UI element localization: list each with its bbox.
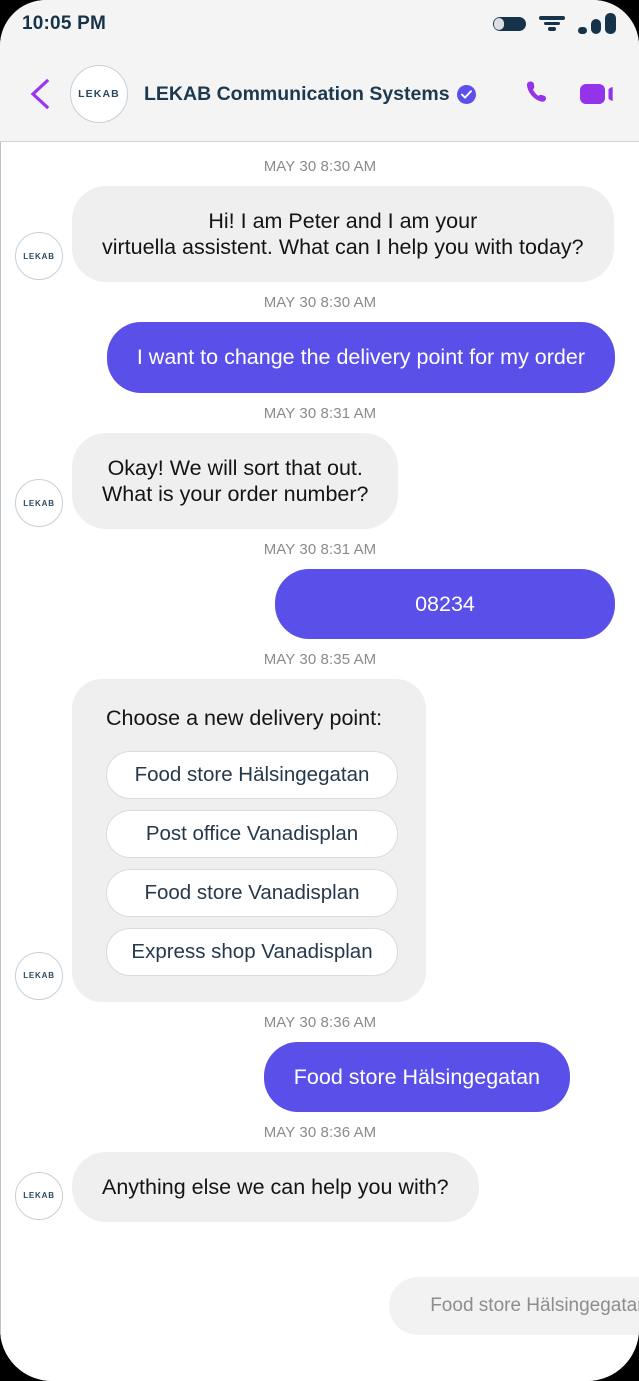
wifi-icon xyxy=(539,15,565,32)
back-chevron-icon xyxy=(30,78,50,110)
bot-avatar-logo-text: LEKAB xyxy=(23,1191,55,1201)
header-actions xyxy=(525,79,615,109)
ghost-message-bubble: Food store Hälsingegatan xyxy=(389,1277,639,1335)
message-list[interactable]: MAY 30 8:30 AM LEKAB Hi! I am Peter and … xyxy=(0,142,639,1381)
bot-avatar-logo-text: LEKAB xyxy=(23,251,55,261)
phone-call-icon xyxy=(526,81,547,102)
check-glyph xyxy=(460,89,472,99)
delivery-point-prompt: Choose a new delivery point: xyxy=(106,706,383,731)
bot-avatar: LEKAB xyxy=(15,1171,63,1220)
delivery-option-food-store-vanadisplan[interactable]: Food store Vanadisplan xyxy=(106,868,398,917)
bot-avatar-logo-text: LEKAB xyxy=(23,498,55,508)
message-bubble-bot: Okay! We will sort that out. What is you… xyxy=(72,432,399,530)
message-line: I want to change the delivery point for … xyxy=(136,345,585,370)
message-bubble-bot: Hi! I am Peter and I am your virtuella a… xyxy=(72,186,614,283)
message-line: 08234 xyxy=(415,592,475,617)
message-row-bot-choices: LEKAB Choose a new delivery point: Food … xyxy=(1,679,639,1002)
avatar[interactable]: LEKAB xyxy=(70,65,128,123)
chat-header: LEKAB LEKAB Communication Systems xyxy=(0,47,639,142)
message-bubble-user: I want to change the delivery point for … xyxy=(106,322,615,393)
message-line: virtuella assistent. What can I help you… xyxy=(102,235,584,260)
message-row-bot: LEKAB Hi! I am Peter and I am your virtu… xyxy=(1,186,639,283)
delivery-option-express-shop-vanadisplan[interactable]: Express shop Vanadisplan xyxy=(106,927,398,976)
delivery-point-picker: Choose a new delivery point: Food store … xyxy=(72,679,426,1002)
message-line: Anything else we can help you with? xyxy=(102,1174,449,1199)
phone-call-button[interactable] xyxy=(525,79,553,109)
message-row-user: I want to change the delivery point for … xyxy=(1,322,639,393)
message-timestamp: MAY 30 8:30 AM xyxy=(263,158,377,175)
status-icon-group xyxy=(493,12,616,34)
message-row-user: 08234 xyxy=(1,569,639,640)
verified-check-icon xyxy=(456,84,476,104)
message-line: Food store Hälsingegatan xyxy=(293,1064,540,1089)
delivery-option-food-store-halsingegatan[interactable]: Food store Hälsingegatan xyxy=(106,750,398,799)
bot-avatar: LEKAB xyxy=(15,479,63,528)
message-line: Hi! I am Peter and I am your xyxy=(208,209,478,233)
message-bubble-user: 08234 xyxy=(275,569,615,640)
message-timestamp: MAY 30 8:30 AM xyxy=(263,294,377,312)
video-call-button[interactable] xyxy=(579,81,615,107)
signal-icon xyxy=(578,12,616,34)
message-bubble-bot: Anything else we can help you with? xyxy=(72,1151,479,1222)
message-timestamp: MAY 30 8:35 AM xyxy=(263,651,377,669)
message-row-bot: LEKAB Anything else we can help you with… xyxy=(1,1151,639,1222)
message-timestamp: MAY 30 8:36 AM xyxy=(263,1123,377,1141)
avatar-logo-text: LEKAB xyxy=(78,88,120,100)
header-title-group[interactable]: LEKAB Communication Systems xyxy=(144,83,525,106)
delivery-option-post-office-vanadisplan[interactable]: Post office Vanadisplan xyxy=(106,809,398,858)
message-timestamp: MAY 30 8:36 AM xyxy=(263,1013,377,1031)
status-time: 10:05 PM xyxy=(22,12,106,34)
message-timestamp: MAY 30 8:31 AM xyxy=(263,404,377,422)
bot-avatar: LEKAB xyxy=(15,951,63,1000)
page-title: LEKAB Communication Systems xyxy=(144,82,450,105)
message-line: Okay! We will sort that out. xyxy=(107,455,363,480)
back-button[interactable] xyxy=(18,72,62,116)
message-timestamp: MAY 30 8:31 AM xyxy=(263,541,377,559)
message-row-user: Food store Hälsingegatan xyxy=(1,1041,639,1112)
message-line: What is your order number? xyxy=(102,481,369,506)
message-row-bot: LEKAB Okay! We will sort that out. What … xyxy=(1,432,639,530)
status-bar: 10:05 PM xyxy=(0,0,639,47)
message-bubble-user: Food store Hälsingegatan xyxy=(263,1041,570,1112)
bot-avatar: LEKAB xyxy=(15,232,63,281)
phone-screen: 10:05 PM LEKAB LEKAB Communication Syste… xyxy=(0,0,639,1381)
battery-icon xyxy=(493,16,526,31)
video-call-icon xyxy=(580,84,613,104)
bot-avatar-logo-text: LEKAB xyxy=(23,971,55,981)
